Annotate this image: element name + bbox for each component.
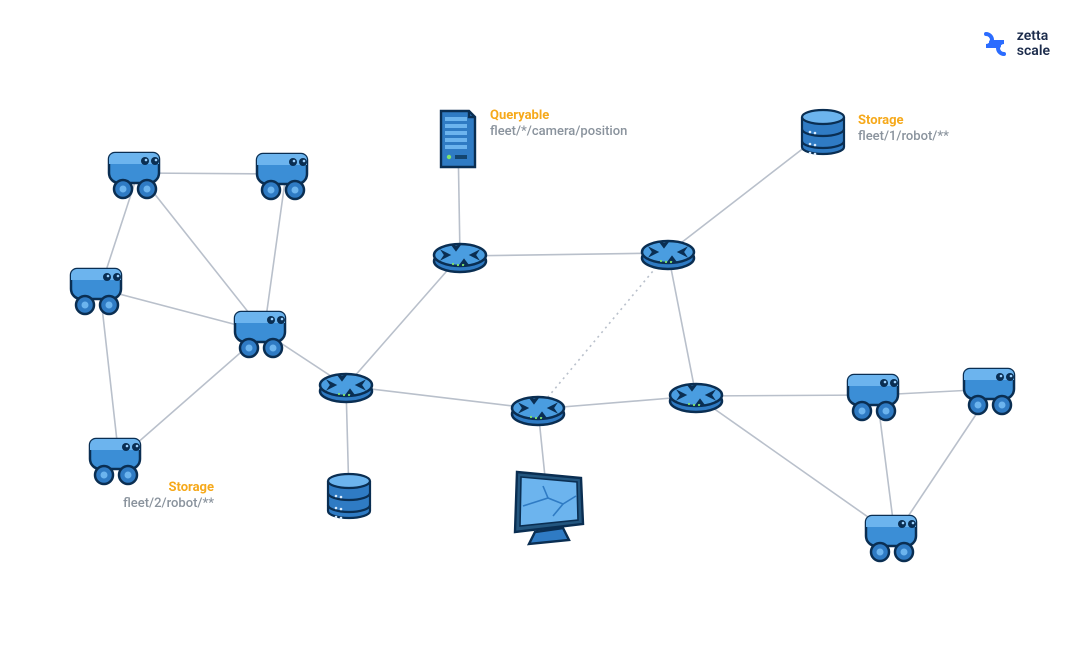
storage-node-storage2 [324, 471, 374, 523]
robot-node-robotD [231, 304, 297, 360]
router-node-routerE [667, 377, 725, 415]
robot-node-robotG [960, 361, 1026, 417]
robot-node-robotA [105, 145, 171, 201]
edge-routerB-routerE [668, 253, 696, 396]
robot-node-robotB [253, 146, 319, 202]
router-node-routerC [317, 367, 375, 405]
router-node-routerD [509, 390, 567, 428]
label-storage-right: Storage fleet/1/robot/** [858, 113, 949, 146]
server-node-server [435, 105, 481, 173]
edge-routerA-routerB [460, 253, 668, 256]
brand-logo: zetta scale [981, 28, 1050, 60]
brand-line2: scale [1017, 44, 1050, 59]
storage-node-storage1 [798, 107, 848, 159]
robot-node-robotH [862, 508, 928, 564]
edge-routerB-routerD [538, 253, 668, 409]
robot-node-robotE [86, 431, 152, 487]
label-queryable: Queryable fleet/*/camera/position [490, 108, 627, 141]
label-sub: fleet/1/robot/** [858, 129, 949, 145]
router-node-routerB [639, 234, 697, 272]
robot-node-robotC [67, 261, 133, 317]
diagram-stage: { "brand": { "line1": "zetta", "line2": … [0, 0, 1080, 667]
label-sub: fleet/*/camera/position [490, 124, 627, 140]
robot-node-robotF [844, 367, 910, 423]
label-title: Queryable [490, 108, 627, 124]
label-sub: fleet/2/robot/** [123, 496, 214, 512]
brand-line1: zetta [1017, 29, 1050, 44]
brand-name: zetta scale [1017, 29, 1050, 58]
brand-mark-icon [981, 28, 1009, 60]
monitor-node-monitor [503, 466, 593, 546]
edge-layer [0, 0, 1080, 667]
label-title: Storage [858, 113, 949, 129]
router-node-routerA [431, 237, 489, 275]
